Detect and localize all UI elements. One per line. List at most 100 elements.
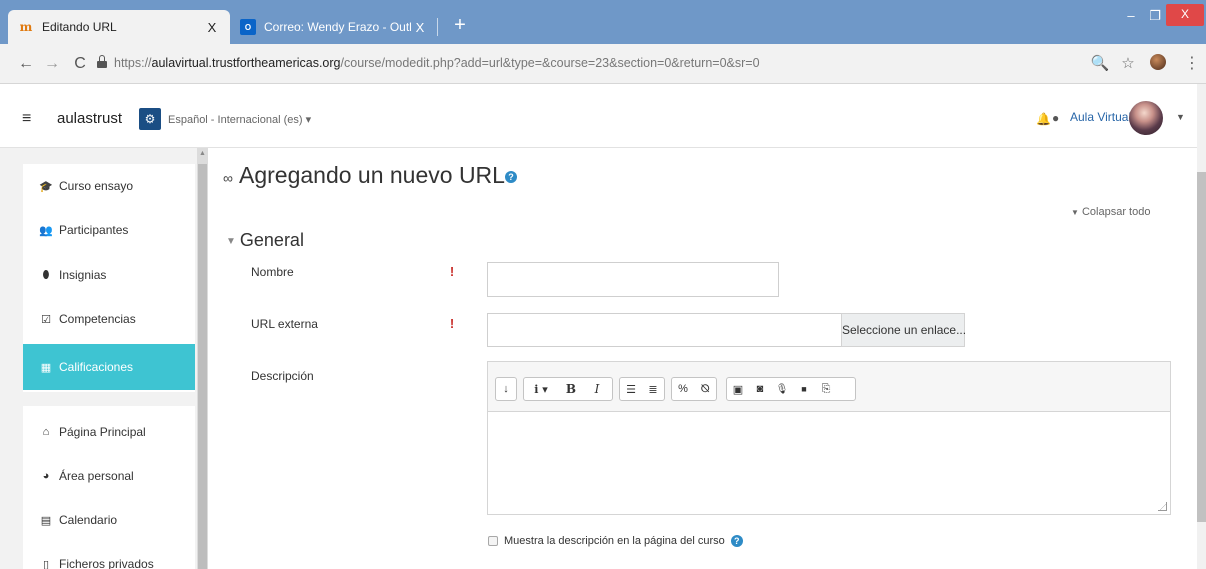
numbered-list-icon[interactable]: ≣ [642, 378, 664, 400]
file-icon: ▯ [42, 558, 50, 569]
image-icon[interactable]: ▣ [727, 378, 749, 400]
nav-item-area-personal[interactable]: ◕ Área personal [23, 454, 195, 498]
toolbar-group-media: ▣ ◙ 🎙 ■ ⎘ [726, 377, 856, 401]
description-label: Descripción [251, 369, 314, 383]
required-icon: ! [449, 264, 455, 279]
url-path: /course/modedit.php?add=url&type=&course… [340, 56, 760, 70]
nav-item-competencias[interactable]: ☑ Competencias [23, 297, 195, 341]
external-url-label: URL externa [251, 317, 318, 331]
users-icon: 👥 [39, 224, 53, 237]
page-title-text: Agregando un nuevo URL [238, 162, 505, 188]
show-description-label: Muestra la descripción en la página del … [504, 535, 725, 547]
outlook-icon: O [240, 19, 256, 35]
back-button[interactable]: ← [16, 54, 36, 74]
show-description-help-icon[interactable]: ? [730, 535, 743, 547]
nav-item-label: Área personal [59, 469, 134, 483]
choose-link-button[interactable]: Seleccione un enlace... [841, 313, 966, 347]
extension-icon[interactable] [1148, 54, 1168, 74]
browser-menu-icon[interactable]: ⋮ [1182, 54, 1202, 74]
user-avatar[interactable] [1129, 101, 1163, 135]
toolbar-expand-icon[interactable]: ↓ [496, 378, 516, 400]
address-bar[interactable]: https://aulavirtual.trustfortheamericas.… [114, 56, 760, 70]
bold-icon[interactable]: B [558, 378, 584, 400]
table-icon: ▦ [40, 361, 52, 374]
name-input[interactable] [487, 262, 779, 297]
page-scrollbar[interactable] [1197, 84, 1206, 569]
nav-item-label: Calificaciones [59, 360, 134, 374]
messages-icon[interactable]: ● [1052, 111, 1059, 125]
tab-label: Correo: Wendy Erazo - Outlook [264, 20, 412, 34]
toolbar-group-lists: ☰ ≣ [619, 377, 665, 401]
microphone-icon[interactable]: 🎙 [771, 378, 793, 400]
resize-grip-icon[interactable] [1158, 502, 1167, 511]
zoom-icon[interactable]: 🔍 [1090, 54, 1110, 74]
nav-item-label: Curso ensayo [59, 179, 134, 193]
site-name-link[interactable]: aulastrust [57, 110, 122, 127]
media-icon[interactable]: ◙ [749, 378, 771, 400]
collapse-all-link[interactable]: ▼ Colapsar todo [1071, 206, 1150, 218]
section-triangle-icon: ▼ [226, 235, 236, 247]
new-tab-button[interactable]: + [448, 13, 472, 37]
tab-editando-url[interactable]: m Editando URL X [8, 10, 230, 44]
nav-item-label: Página Principal [59, 425, 146, 439]
forward-button[interactable]: → [42, 54, 62, 74]
section-general-toggle[interactable]: ▼ General [226, 230, 304, 251]
nav-item-insignias[interactable]: ⬮ Insignias [23, 253, 195, 297]
toolbar-group-links: % ⦰ [671, 377, 717, 401]
unlink-icon[interactable]: ⦰ [694, 378, 716, 400]
graduation-cap-icon: 🎓 [39, 180, 53, 193]
page-scrollbar-thumb[interactable] [1197, 172, 1206, 522]
title-help-icon[interactable]: ? [504, 170, 517, 183]
show-description-row: Muestra la descripción en la página del … [488, 535, 743, 547]
nav-drawer: 🎓 Curso ensayo 👥 Participantes ⬮ Insigni… [0, 148, 208, 569]
moodle-icon: m [19, 20, 33, 34]
italic-icon[interactable]: I [584, 378, 610, 400]
show-description-checkbox[interactable] [488, 536, 498, 546]
toolbar-group-expand: ↓ [495, 377, 517, 401]
calendar-icon: ▤ [40, 514, 52, 527]
lock-icon[interactable] [97, 55, 107, 68]
check-square-icon: ☑ [41, 313, 51, 326]
collapse-triangle-icon: ▼ [1071, 208, 1079, 217]
nav-item-label: Competencias [59, 312, 136, 326]
drawer-scrollbar-thumb[interactable] [198, 164, 207, 569]
bullet-list-icon[interactable]: ☰ [620, 378, 642, 400]
scroll-up-arrow-icon[interactable]: ▲ [199, 150, 206, 157]
nav-item-participantes[interactable]: 👥 Participantes [23, 208, 195, 252]
nav-item-ficheros-privados[interactable]: ▯ Ficheros privados [23, 542, 195, 569]
description-textarea[interactable] [488, 413, 1170, 514]
nav-item-label: Insignias [59, 268, 107, 282]
maximize-button[interactable]: ❐ [1146, 6, 1164, 26]
language-selector[interactable]: Español - Internacional (es) ▾ [168, 113, 311, 126]
tab-close-icon[interactable]: X [204, 20, 220, 35]
hamburger-menu-icon[interactable]: ≡ [22, 110, 31, 128]
nav-item-calificaciones[interactable]: ▦ Calificaciones [23, 344, 195, 390]
site-navbar: ≡ aulastrust ⚙ Español - Internacional (… [0, 84, 1200, 148]
link-icon[interactable]: % [672, 378, 694, 400]
notifications-bell-icon[interactable]: 🔔 [1036, 112, 1051, 126]
nav-item-pagina-principal[interactable]: ⌂ Página Principal [23, 410, 195, 454]
admin-gear-icon[interactable]: ⚙ [139, 108, 161, 130]
user-menu-caret-icon[interactable]: ▼ [1176, 112, 1185, 122]
bookmark-star-icon[interactable]: ☆ [1118, 54, 1138, 74]
manage-files-icon[interactable]: ⎘ [815, 378, 837, 400]
tab-outlook[interactable]: O Correo: Wendy Erazo - Outlook X [230, 10, 438, 44]
paragraph-style-icon[interactable]: i ▾ [524, 378, 558, 400]
tab-close-icon[interactable]: X [412, 20, 428, 35]
url-scheme: https:// [114, 56, 152, 70]
badge-icon: ⬮ [42, 268, 50, 281]
section-title: General [239, 230, 304, 250]
nav-item-calendario[interactable]: ▤ Calendario [23, 498, 195, 542]
user-name-link[interactable]: Aula Virtual [1070, 110, 1131, 124]
close-window-button[interactable]: X [1166, 4, 1204, 26]
video-camera-icon[interactable]: ■ [793, 378, 815, 400]
nav-item-label: Calendario [59, 513, 118, 527]
drawer-scrollbar[interactable]: ▲ [197, 148, 208, 569]
minimize-button[interactable]: – [1122, 6, 1140, 26]
browser-tab-strip: m Editando URL X O Correo: Wendy Erazo -… [0, 0, 1206, 44]
external-url-input[interactable] [487, 313, 842, 347]
nav-item-curso-ensayo[interactable]: 🎓 Curso ensayo [23, 164, 195, 208]
site-nav-group: ⌂ Página Principal ◕ Área personal ▤ Cal… [23, 406, 195, 569]
reload-button[interactable]: C [70, 54, 90, 74]
description-editor: ↓ i ▾ B I ☰ ≣ % ⦰ ▣ ◙ 🎙 ■ ⎘ [487, 361, 1171, 515]
